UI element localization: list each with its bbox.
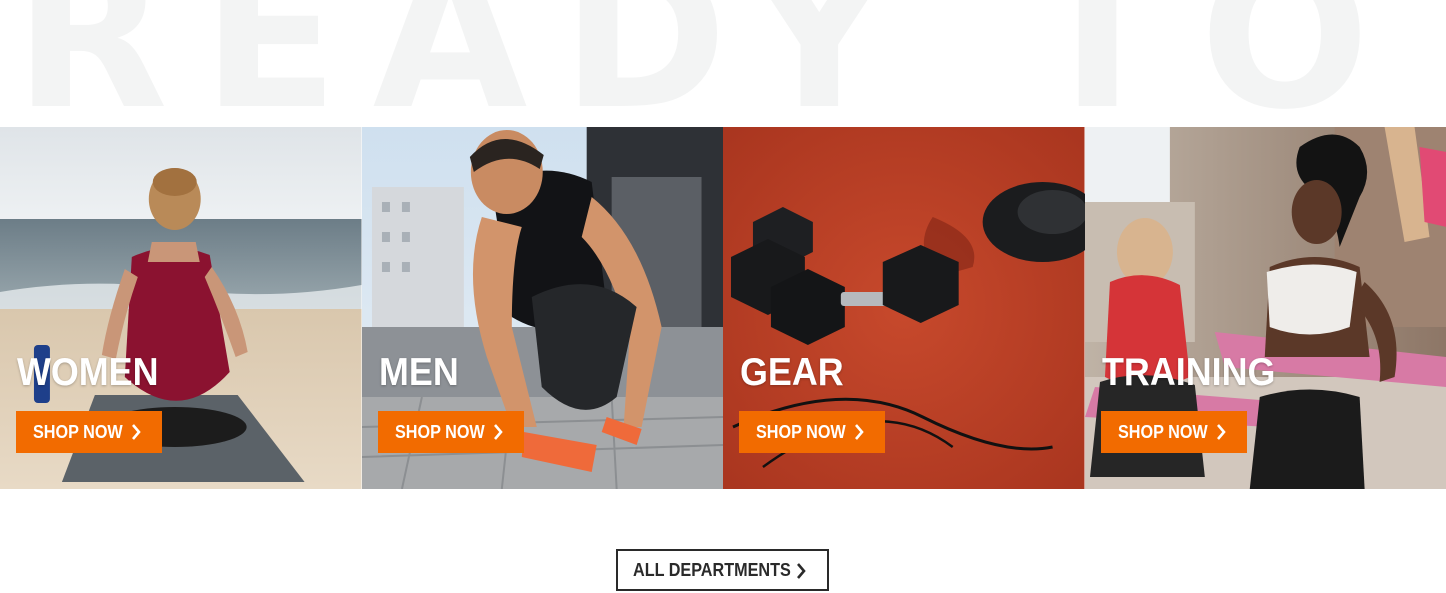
shop-now-label: SHOP NOW [756, 421, 846, 442]
category-tiles: WOMEN SHOP NOW MEN SHOP NOW GEAR SHOP NO… [0, 127, 1446, 489]
shop-now-label: SHOP NOW [394, 421, 485, 442]
shop-now-label: SHOP NOW [1117, 421, 1208, 442]
all-departments-button[interactable]: ALL DEPARTMENTS [616, 549, 829, 591]
shop-now-button-women[interactable]: SHOP NOW [16, 411, 162, 453]
category-title: WOMEN [17, 351, 159, 394]
chevron-right-icon [797, 563, 806, 579]
chevron-right-icon [855, 424, 864, 440]
category-title: GEAR [740, 351, 844, 394]
category-page: READY TO GO [0, 0, 1446, 593]
shop-now-button-men[interactable]: SHOP NOW [377, 411, 524, 453]
shop-now-button-training[interactable]: SHOP NOW [1100, 411, 1247, 453]
category-title: MEN [378, 351, 459, 394]
chevron-right-icon [493, 424, 503, 440]
chevron-right-icon [132, 424, 141, 440]
chevron-right-icon [1216, 424, 1226, 440]
all-departments-label: ALL DEPARTMENTS [633, 559, 791, 580]
shop-now-label: SHOP NOW [33, 421, 123, 442]
category-tile-gear[interactable]: GEAR SHOP NOW [723, 127, 1085, 489]
category-title: TRAINING [1101, 351, 1275, 394]
hero-watermark-text: READY TO GO [14, 0, 1446, 128]
category-tile-men[interactable]: MEN SHOP NOW [361, 127, 723, 489]
shop-now-button-gear[interactable]: SHOP NOW [739, 411, 885, 453]
category-tile-training[interactable]: TRAINING SHOP NOW [1084, 127, 1446, 489]
category-tile-women[interactable]: WOMEN SHOP NOW [0, 127, 362, 489]
